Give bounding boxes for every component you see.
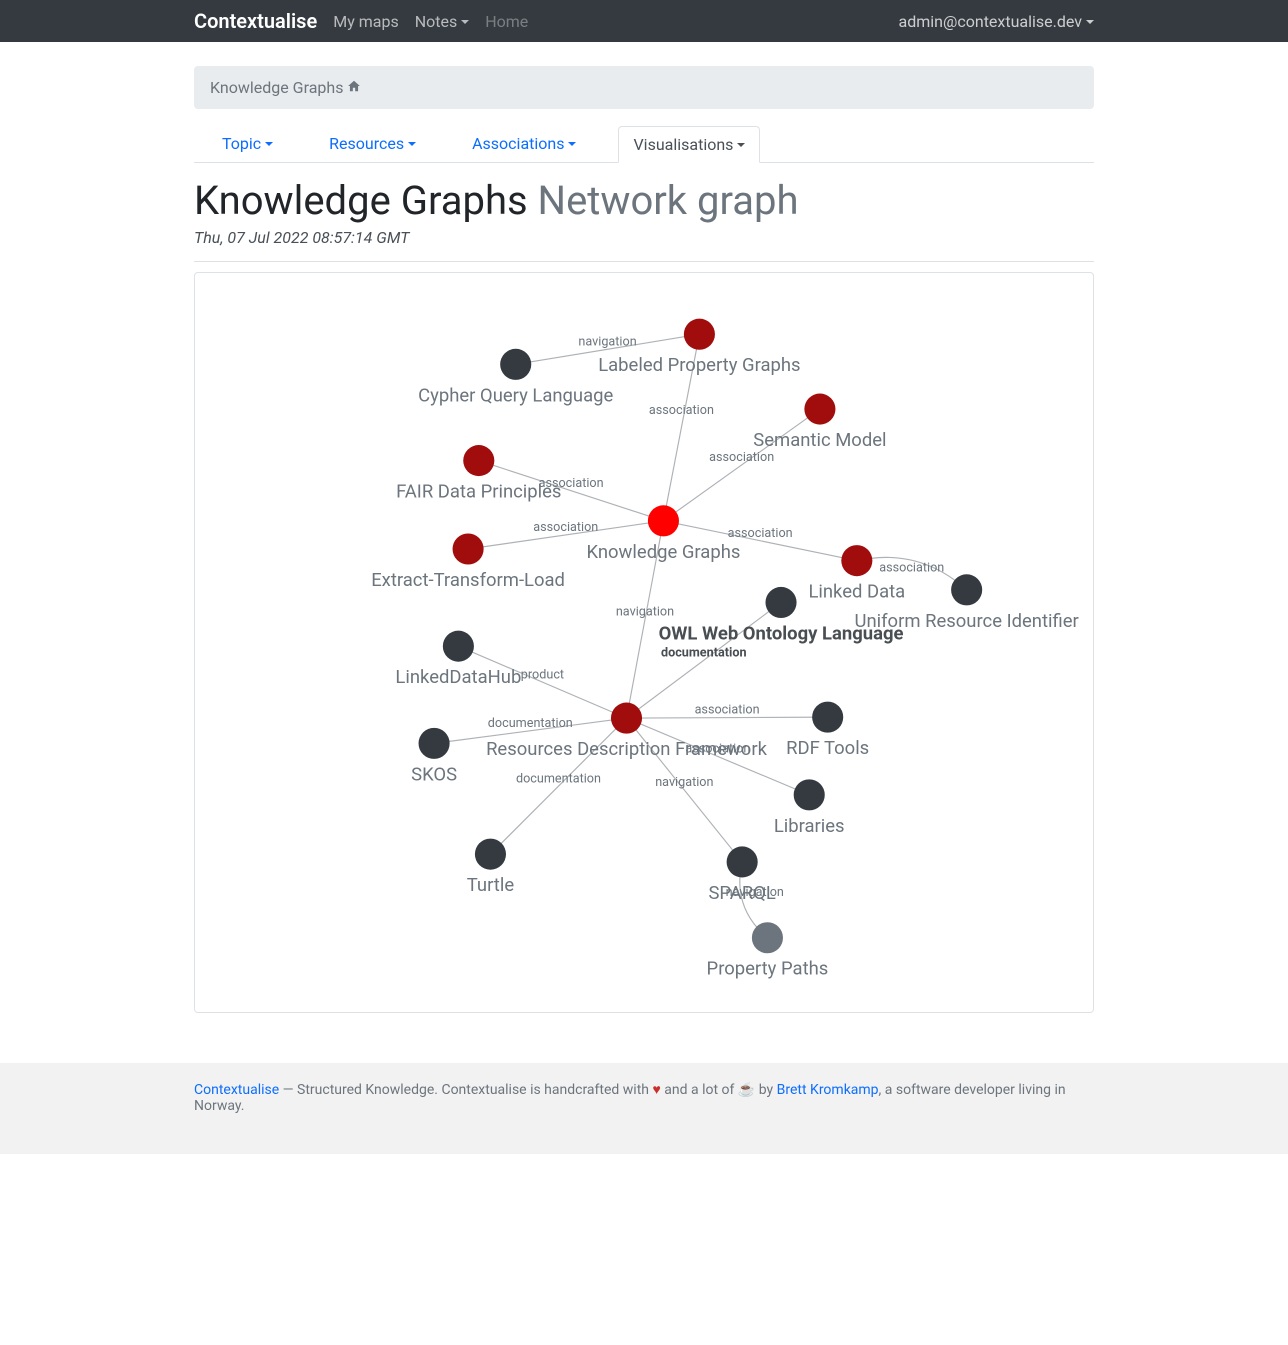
navbar: Contextualise My maps Notes Home admin@c… (0, 0, 1288, 42)
graph-node-label: SKOS (411, 763, 457, 785)
graph-node[interactable] (648, 505, 679, 536)
graph-node-label: Turtle (467, 874, 515, 896)
graph-node[interactable] (804, 394, 835, 425)
footer-text-1: — Structured Knowledge. Contextualise is… (279, 1082, 652, 1098)
page-title: Knowledge Graphs Network graph (194, 177, 1094, 224)
graph-node[interactable] (841, 545, 872, 576)
network-graph[interactable]: navigation association association associat… (194, 272, 1094, 1013)
graph-node-label: Knowledge Graphs (586, 541, 740, 563)
home-icon[interactable] (347, 79, 361, 93)
graph-node[interactable] (752, 922, 783, 953)
graph-node-label: SPARQL (708, 882, 775, 904)
footer-text-2: and a lot of (661, 1082, 738, 1098)
graph-edge-label: association (533, 520, 598, 535)
graph-node[interactable] (500, 349, 531, 380)
nav-home[interactable]: Home (485, 12, 528, 31)
graph-node[interactable] (812, 702, 843, 733)
graph-edge-label: navigation (616, 605, 674, 620)
graph-edge-label: documentation (516, 771, 601, 786)
graph-node-label: OWL Web Ontology Language (659, 622, 904, 644)
timestamp: Thu, 07 Jul 2022 08:57:14 GMT (194, 228, 1094, 247)
graph-node-label: LinkedDataHub (395, 666, 521, 688)
graph-node[interactable] (475, 839, 506, 870)
graph-node[interactable] (765, 587, 796, 618)
footer-brand-link[interactable]: Contextualise (194, 1082, 279, 1098)
graph-node[interactable] (951, 574, 982, 605)
graph-node-label: FAIR Data Principles (396, 480, 561, 502)
graph-node-label: Libraries (774, 815, 845, 837)
page-title-sub: Network graph (538, 177, 799, 224)
graph-node[interactable] (794, 779, 825, 810)
graph-node[interactable] (684, 319, 715, 350)
user-menu[interactable]: admin@contextualise.dev (899, 12, 1095, 31)
graph-node[interactable] (453, 533, 484, 564)
graph-edge-label: navigation (655, 775, 713, 790)
graph-node-label: Resources Description Framework (486, 738, 768, 760)
brand[interactable]: Contextualise (194, 9, 317, 33)
graph-edge-label: product (521, 667, 564, 682)
graph-edge-label: association (649, 403, 714, 418)
graph-node-label: Property Paths (707, 958, 829, 980)
footer-author-link[interactable]: Brett Kromkamp (777, 1082, 879, 1098)
breadcrumb-title[interactable]: Knowledge Graphs (210, 78, 343, 97)
divider (194, 261, 1094, 262)
graph-node-label: Linked Data (808, 581, 905, 603)
graph-edge-label: documentation (488, 716, 573, 731)
graph-edge-label: association (695, 703, 760, 718)
breadcrumb: Knowledge Graphs (194, 66, 1094, 109)
graph-node-label: Extract-Transform-Load (371, 569, 565, 591)
tab-topic[interactable]: Topic (208, 126, 287, 163)
nav-my-maps[interactable]: My maps (333, 12, 398, 31)
tabs: Topic Resources Associations Visualisati… (194, 125, 1094, 163)
footer: Contextualise — Structured Knowledge. Co… (0, 1063, 1288, 1154)
graph-node-label: Semantic Model (753, 429, 886, 451)
graph-node[interactable] (611, 703, 642, 734)
tab-visualisations[interactable]: Visualisations (618, 126, 760, 163)
graph-node[interactable] (419, 728, 450, 759)
coffee-icon: ☕ (738, 1082, 755, 1098)
tab-associations[interactable]: Associations (458, 126, 590, 163)
graph-edge-label: association (728, 526, 793, 541)
graph-edge-label: association (879, 560, 944, 575)
graph-node[interactable] (727, 846, 758, 877)
graph-node-label: RDF Tools (786, 737, 869, 759)
tab-resources[interactable]: Resources (315, 126, 430, 163)
page-title-main: Knowledge Graphs (194, 177, 528, 224)
graph-edge-label: documentation (661, 645, 747, 660)
graph-edge-label: navigation (578, 334, 636, 349)
nav-notes[interactable]: Notes (415, 12, 470, 31)
graph-node[interactable] (443, 631, 474, 662)
graph-node-label: Labeled Property Graphs (598, 354, 800, 376)
graph-node-label: Cypher Query Language (418, 384, 613, 406)
graph-edge-label: association (709, 450, 774, 465)
graph-node[interactable] (463, 445, 494, 476)
heart-icon: ♥ (652, 1082, 660, 1098)
footer-text-3: by (755, 1082, 776, 1098)
